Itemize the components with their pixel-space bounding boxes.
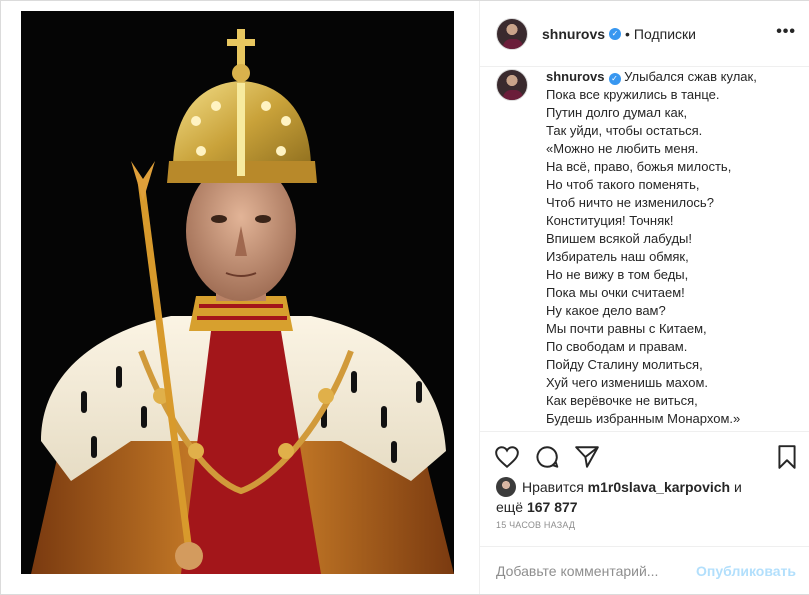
caption-line: Мы почти равны с Китаем,: [546, 321, 707, 336]
post-media: [1, 1, 479, 594]
verified-badge-icon: ✓: [609, 27, 622, 40]
post-photo[interactable]: [21, 11, 454, 574]
likes-count[interactable]: 167 877: [527, 499, 578, 515]
caption-author-avatar[interactable]: [496, 69, 528, 101]
caption-line: Избиратель наш обмяк,: [546, 249, 689, 264]
following-button[interactable]: Подписки: [634, 26, 696, 42]
heart-icon[interactable]: [494, 444, 520, 470]
caption-line: Хуй чего изменишь махом.: [546, 375, 709, 390]
post-caption: shnurovs ✓ Улыбался сжав кулак, Пока все …: [496, 67, 796, 431]
caption-line: «Можно не любить меня.: [546, 141, 699, 156]
likes-more-prefix: ещё: [496, 499, 524, 515]
caption-first-line: shnurovs ✓ Улыбался сжав кулак,: [546, 68, 757, 86]
caption-line: Ну какое дело вам?: [546, 303, 666, 318]
comment-icon[interactable]: [534, 444, 560, 470]
caption-line: Впишем всякой лабуды!: [546, 231, 693, 246]
author-avatar[interactable]: [496, 17, 528, 50]
caption-line: Но чтоб такого поменять,: [546, 177, 700, 192]
likes-and: и: [734, 479, 742, 495]
caption-line: На всё, право, божья милость,: [546, 159, 732, 174]
instagram-post-modal: shnurovs ✓ • Подписки ••• shnurovs ✓ Улыб…: [0, 0, 809, 595]
portrait-illustration: [21, 11, 454, 574]
caption-line: Путин долго думал как,: [546, 105, 688, 120]
liker-username[interactable]: m1r0slava_karpovich: [588, 479, 730, 495]
verified-badge-icon: ✓: [608, 73, 621, 85]
caption-line: Конституция! Точняк!: [546, 213, 674, 228]
likes-summary: Нравится m1r0slava_karpovich и ещё 167 8…: [496, 477, 796, 517]
more-options-icon[interactable]: •••: [776, 23, 796, 41]
likes-prefix: Нравится: [522, 479, 584, 495]
likes-count-row[interactable]: ещё 167 877: [496, 497, 796, 517]
post-actions: [480, 431, 809, 479]
caption-line: Пока все кружились в танце.: [546, 87, 720, 102]
caption-line: Как верёвочке не виться,: [546, 393, 698, 408]
share-icon[interactable]: [574, 444, 600, 470]
publish-button[interactable]: Опубликовать: [696, 563, 796, 579]
post-header: shnurovs ✓ • Подписки •••: [480, 1, 809, 67]
bookmark-icon[interactable]: [774, 444, 800, 470]
caption-line: Пока мы очки считаем!: [546, 285, 685, 300]
caption-text: shnurovs ✓ Улыбался сжав кулак, Пока все …: [546, 67, 757, 431]
post-sidebar: shnurovs ✓ • Подписки ••• shnurovs ✓ Улыб…: [479, 1, 809, 594]
caption-line: Но не вижу в том беды,: [546, 267, 689, 282]
caption-line: Чтоб ничто не изменилось?: [546, 195, 714, 210]
comment-form: Опубликовать: [480, 546, 809, 594]
caption-line: Будешь избранным Монархом.»: [546, 411, 741, 426]
post-timestamp[interactable]: 15 часов назад: [496, 520, 575, 530]
caption-line: Пойду Сталину молиться,: [546, 357, 703, 372]
separator-dot: •: [625, 25, 630, 42]
comment-input[interactable]: [496, 562, 697, 579]
caption-line: Улыбался сжав кулак,: [624, 69, 757, 84]
caption-line: Так уйди, чтобы остаться.: [546, 123, 703, 138]
liker-avatar[interactable]: [496, 477, 516, 497]
author-username[interactable]: shnurovs: [542, 26, 605, 42]
caption-author-username[interactable]: shnurovs: [546, 69, 605, 84]
caption-line: По свободам и правам.: [546, 339, 688, 354]
